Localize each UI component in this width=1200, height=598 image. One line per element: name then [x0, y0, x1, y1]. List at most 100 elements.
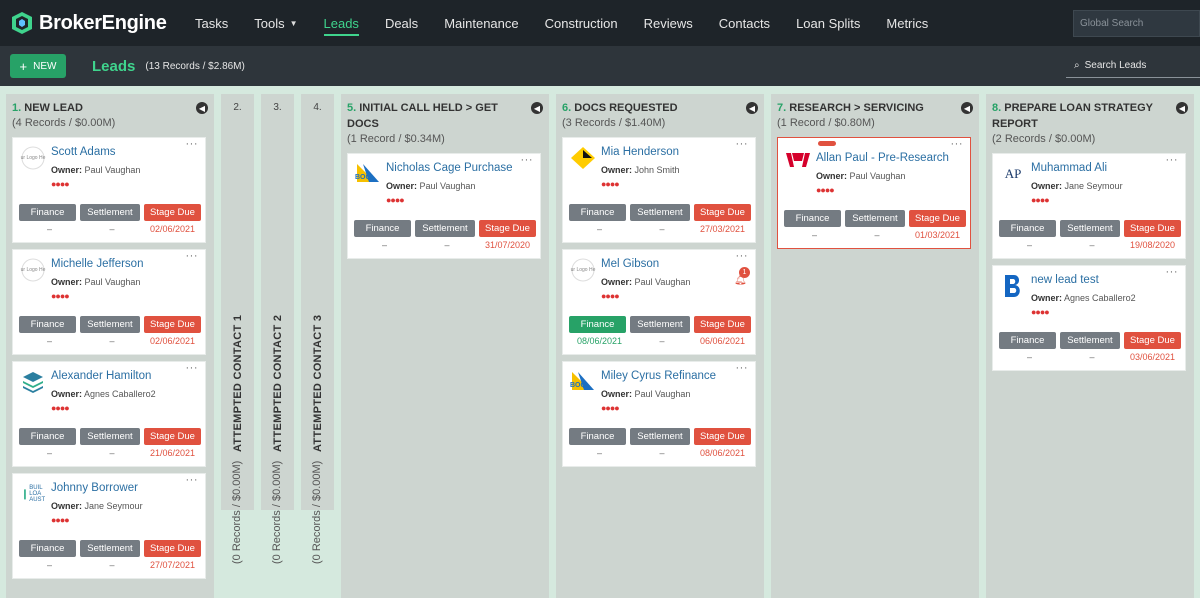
settlement-date: – [659, 448, 665, 458]
more-options-icon[interactable]: ··· [1166, 154, 1179, 166]
global-search-input[interactable]: Global Search [1073, 10, 1200, 37]
more-options-icon[interactable]: ··· [736, 362, 749, 374]
lead-name-link[interactable]: Michelle Jefferson [51, 258, 143, 270]
lead-owner: Owner: Jane Seymour [51, 501, 143, 511]
stage-due-button[interactable]: Stage Due [144, 316, 201, 333]
column-attempted-contact-3[interactable]: 4. ATTEMPTED CONTACT 3 (0 Records / $0.0… [301, 94, 334, 564]
lead-name-link[interactable]: Scott Adams [51, 146, 116, 158]
placeholder-logo-icon: ur Logo He [20, 146, 46, 170]
settlement-button[interactable]: Settlement [845, 210, 905, 227]
finance-button[interactable]: Finance [19, 204, 76, 221]
owner-value: Agnes Caballero2 [1064, 293, 1136, 303]
lead-name-link[interactable]: Miley Cyrus Refinance [601, 370, 716, 382]
nav-maintenance[interactable]: Maintenance [444, 0, 518, 46]
settlement-button[interactable]: Settlement [415, 220, 475, 237]
stage-due-button[interactable]: Stage Due [479, 220, 536, 237]
nav-leads[interactable]: Leads [323, 0, 360, 46]
notification[interactable]: 🔔︎ 1 [734, 267, 750, 288]
lead-card[interactable]: ··· Alexander Hamilton Owner: Agnes Caba… [12, 361, 206, 467]
finance-date: – [46, 336, 52, 346]
nav-deals[interactable]: Deals [385, 0, 418, 46]
more-options-icon[interactable]: ··· [1166, 266, 1179, 278]
stage-due-button[interactable]: Stage Due [694, 316, 751, 333]
nav-construction[interactable]: Construction [545, 0, 618, 46]
finance-button[interactable]: Finance [19, 540, 76, 557]
nav-loan-splits[interactable]: Loan Splits [796, 0, 860, 46]
logo-text: BUIL LOA AUST [29, 485, 46, 503]
finance-button[interactable]: Finance [569, 316, 626, 333]
lead-name-link[interactable]: Alexander Hamilton [51, 370, 151, 382]
stage-due-button[interactable]: Stage Due [1124, 332, 1181, 349]
owner-value: Jane Seymour [84, 501, 143, 511]
lead-card[interactable]: ··· Mia Henderson Owner: John Smith ●●●●… [562, 137, 756, 243]
lead-card[interactable]: ··· AP Muhammad Ali Owner: Jane Seymour … [992, 153, 1186, 259]
collapse-icon[interactable]: ◀ [1176, 102, 1188, 114]
settlement-date: – [659, 224, 665, 234]
lead-card[interactable]: ··· ur Logo He Mel Gibson Owner: Paul Va… [562, 249, 756, 355]
collapse-icon[interactable]: ◀ [746, 102, 758, 114]
settlement-button[interactable]: Settlement [80, 204, 140, 221]
lead-name-link[interactable]: Allan Paul - Pre-Research [816, 152, 949, 164]
more-options-icon[interactable]: ··· [951, 138, 964, 150]
more-options-icon[interactable]: ··· [736, 138, 749, 150]
finance-button[interactable]: Finance [999, 220, 1056, 237]
more-options-icon[interactable]: ··· [736, 250, 749, 262]
lead-card[interactable]: ··· new lead test Owner: Agnes Caballero… [992, 265, 1186, 371]
collapse-icon[interactable]: ◀ [961, 102, 973, 114]
column-attempted-contact-2[interactable]: 3. ATTEMPTED CONTACT 2 (0 Records / $0.0… [261, 94, 294, 564]
search-leads-input[interactable]: ⌕ Search Leads [1066, 55, 1200, 78]
more-options-icon[interactable]: ··· [186, 474, 199, 486]
stage-due-button[interactable]: Stage Due [909, 210, 966, 227]
more-options-icon[interactable]: ··· [186, 138, 199, 150]
finance-button[interactable]: Finance [569, 204, 626, 221]
more-options-icon[interactable]: ··· [186, 250, 199, 262]
more-options-icon[interactable]: ··· [521, 154, 534, 166]
lead-name-link[interactable]: Muhammad Ali [1031, 162, 1107, 174]
stage-due-button[interactable]: Stage Due [694, 204, 751, 221]
stage-due-button[interactable]: Stage Due [144, 204, 201, 221]
lead-name-link[interactable]: new lead test [1031, 274, 1099, 286]
stage-due-button[interactable]: Stage Due [694, 428, 751, 445]
finance-button[interactable]: Finance [19, 316, 76, 333]
lead-card[interactable]: ··· ❙ BUIL LOA AUST Johnny Borrower Owner… [12, 473, 206, 579]
finance-button[interactable]: Finance [784, 210, 841, 227]
settlement-button[interactable]: Settlement [80, 316, 140, 333]
finance-button[interactable]: Finance [354, 220, 411, 237]
collapse-icon[interactable]: ◀ [531, 102, 543, 114]
new-lead-button[interactable]: + NEW [10, 54, 66, 78]
column-attempted-contact-1[interactable]: 2. ATTEMPTED CONTACT 1 (0 Records / $0.0… [221, 94, 254, 564]
nav-reviews[interactable]: Reviews [644, 0, 693, 46]
brand-logo[interactable]: BrokerEngine [10, 11, 170, 35]
settlement-button[interactable]: Settlement [630, 204, 690, 221]
settlement-date: – [659, 336, 665, 346]
lead-name-link[interactable]: Mia Henderson [601, 146, 679, 158]
finance-button[interactable]: Finance [569, 428, 626, 445]
lead-card[interactable]: ··· Allan Paul - Pre-Research Owner: Pau… [777, 137, 971, 249]
settlement-button[interactable]: Settlement [1060, 220, 1120, 237]
lead-card[interactable]: ··· ur Logo He Scott Adams Owner: Paul V… [12, 137, 206, 243]
more-options-icon[interactable]: ··· [186, 362, 199, 374]
finance-button[interactable]: Finance [999, 332, 1056, 349]
finance-button[interactable]: Finance [19, 428, 76, 445]
lead-name-link[interactable]: Mel Gibson [601, 258, 659, 270]
stage-due-button[interactable]: Stage Due [144, 428, 201, 445]
lead-card[interactable]: ··· BOQ Miley Cyrus Refinance Owner: Pau… [562, 361, 756, 467]
lead-card[interactable]: ··· BOQ Nicholas Cage Purchase Owner: Pa… [347, 153, 541, 259]
lead-card[interactable]: ··· ur Logo He Michelle Jefferson Owner:… [12, 249, 206, 355]
owner-label: Owner: [601, 389, 633, 399]
nav-contacts[interactable]: Contacts [719, 0, 770, 46]
stage-due-button[interactable]: Stage Due [1124, 220, 1181, 237]
settlement-button[interactable]: Settlement [1060, 332, 1120, 349]
logo-text: ur Logo He [570, 267, 596, 273]
settlement-button[interactable]: Settlement [80, 540, 140, 557]
collapse-icon[interactable]: ◀ [196, 102, 208, 114]
stage-due-button[interactable]: Stage Due [144, 540, 201, 557]
lead-name-link[interactable]: Johnny Borrower [51, 482, 138, 494]
lead-name-link[interactable]: Nicholas Cage Purchase [386, 162, 513, 174]
settlement-button[interactable]: Settlement [630, 428, 690, 445]
nav-metrics[interactable]: Metrics [886, 0, 928, 46]
settlement-button[interactable]: Settlement [630, 316, 690, 333]
settlement-button[interactable]: Settlement [80, 428, 140, 445]
nav-tasks[interactable]: Tasks [195, 0, 228, 46]
nav-tools[interactable]: Tools ▼ [254, 0, 297, 46]
